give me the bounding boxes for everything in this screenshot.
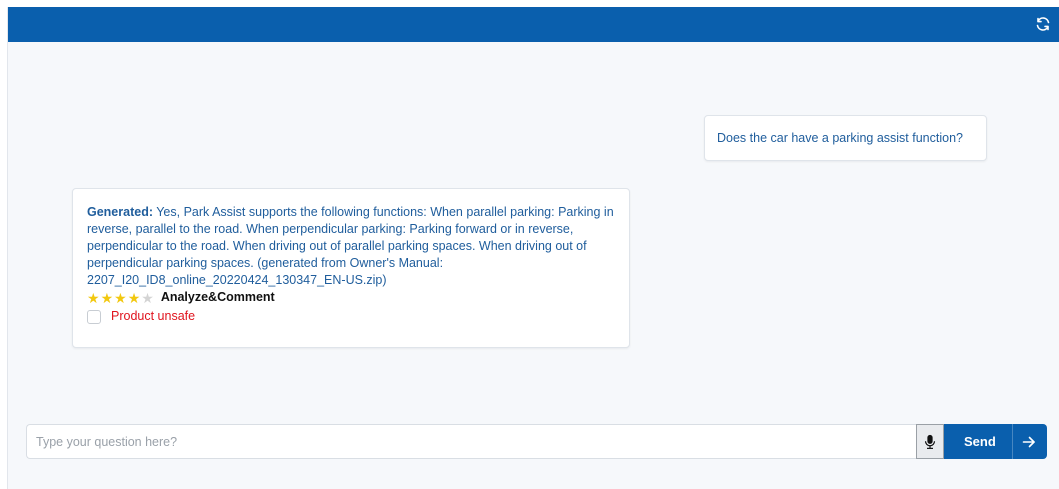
generated-label: Generated: [87,205,153,219]
star-icon-5[interactable]: ★ [141,291,154,305]
product-unsafe-row: Product unsafe [87,308,615,325]
star-icon-4[interactable]: ★ [128,291,141,305]
star-icon-2[interactable]: ★ [101,291,114,305]
product-unsafe-label: Product unsafe [111,309,196,323]
refresh-icon[interactable] [1033,14,1053,34]
arrow-right-icon [1022,436,1035,448]
input-bar: Send [26,424,1047,459]
bot-message-body: Generated: Yes, Park Assist supports the… [87,204,615,289]
send-divider [1012,424,1013,459]
send-button-label: Send [964,434,996,449]
send-button[interactable]: Send [944,424,1047,459]
star-icon-1[interactable]: ★ [87,291,100,305]
microphone-icon [924,434,936,449]
question-input[interactable] [26,424,916,459]
product-unsafe-checkbox[interactable] [87,309,101,324]
star-icon-3[interactable]: ★ [114,291,127,305]
microphone-button[interactable] [916,424,944,459]
chat-app: Does the car have a parking assist funct… [7,7,1059,489]
bot-message-bubble: Generated: Yes, Park Assist supports the… [72,188,630,348]
top-bar [8,7,1059,42]
analyze-comment-link[interactable]: Analyze&Comment [161,289,275,306]
rating-row: ★ ★ ★ ★ ★ Analyze&Comment [87,289,615,306]
bot-message-text: Yes, Park Assist supports the following … [87,205,614,287]
user-message-text: Does the car have a parking assist funct… [717,131,963,145]
user-message-bubble: Does the car have a parking assist funct… [704,115,987,161]
